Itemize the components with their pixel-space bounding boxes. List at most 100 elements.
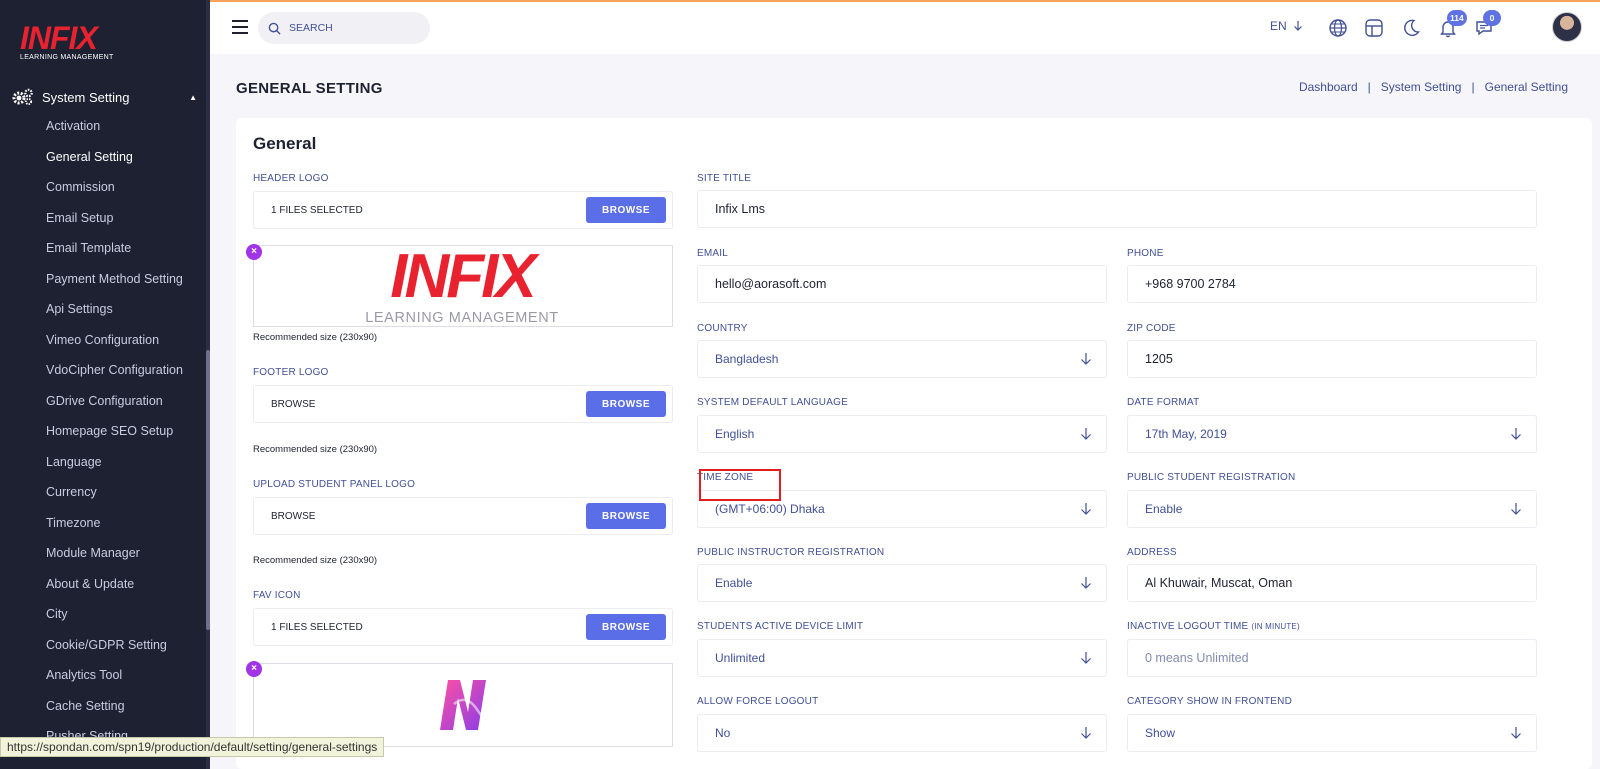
category-show-in-frontend-label: CATEGORY SHOW IN FRONTEND [1127,696,1293,707]
arrow-down-icon [1081,503,1091,515]
arrow-down-icon [1511,428,1521,440]
fav-icon-preview-image [440,680,486,730]
public-student-registration-select[interactable]: Enable [1127,490,1537,528]
country-select[interactable]: Bangladesh [697,340,1107,378]
caret-up-icon: ▲ [189,92,197,102]
sidebar-item-gdrive-configuration[interactable]: GDrive Configuration [46,393,206,424]
sidebar-item-module-manager[interactable]: Module Manager [46,545,206,576]
email-label: EMAIL [697,248,729,259]
sidebar-group-system-setting[interactable]: System Setting ▲ [12,86,197,108]
inactive-logout-time-input[interactable]: 0 means Unlimited [1127,639,1537,677]
footer-logo-browse-button[interactable]: BROWSE [586,391,666,417]
arrow-down-icon [1081,428,1091,440]
footer-logo-file-status: BROWSE [271,398,316,410]
sidebar-submenu: Activation General Setting Commission Em… [46,118,206,759]
notifications-button[interactable]: 114 [1438,10,1467,38]
breadcrumb: Dashboard | System Setting | General Set… [1299,80,1568,94]
search-box[interactable] [258,12,430,44]
sidebar-scrollbar[interactable] [206,0,210,769]
breadcrumb-system-setting[interactable]: System Setting [1381,80,1462,94]
sidebar-item-homepage-seo-setup[interactable]: Homepage SEO Setup [46,423,206,454]
system-default-language-label: SYSTEM DEFAULT LANGUAGE [697,397,848,408]
sidebar-item-cache-setting[interactable]: Cache Setting [46,698,206,729]
remove-header-logo-icon[interactable]: × [246,244,262,260]
footer-logo-label: FOOTER LOGO [253,367,329,378]
sidebar: INFIX LEARNING MANAGEMENT System Setting… [0,0,210,769]
sidebar-item-city[interactable]: City [46,606,206,637]
sidebar-group-label: System Setting [42,89,130,105]
email-input[interactable]: hello@aorasoft.com [697,265,1107,303]
hamburger-menu-icon[interactable] [232,20,248,34]
arrow-down-icon [1081,652,1091,664]
sidebar-item-timezone[interactable]: Timezone [46,515,206,546]
student-panel-logo-file-field[interactable]: BROWSE BROWSE [253,497,673,535]
system-default-language-select[interactable]: English [697,415,1107,453]
brand-subtitle: LEARNING MANAGEMENT [20,54,114,61]
sidebar-item-activation[interactable]: Activation [46,118,206,149]
sidebar-item-commission[interactable]: Commission [46,179,206,210]
sidebar-item-email-setup[interactable]: Email Setup [46,210,206,241]
site-title-input[interactable]: Infix Lms [697,190,1537,228]
students-active-device-limit-value: Unlimited [715,651,766,665]
general-settings-card: General HEADER LOGO 1 FILES SELECTED BRO… [236,118,1592,769]
sidebar-item-vdocipher-configuration[interactable]: VdoCipher Configuration [46,362,206,393]
students-active-device-limit-select[interactable]: Unlimited [697,639,1107,677]
address-input[interactable]: Al Khuwair, Muscat, Oman [1127,564,1537,602]
date-format-select[interactable]: 17th May, 2019 [1127,415,1537,453]
header-logo-file-field[interactable]: 1 FILES SELECTED BROWSE [253,191,673,229]
footer-logo-file-field[interactable]: BROWSE BROWSE [253,385,673,423]
header-logo-preview-image: INFIX LEARNING MANAGEMENT [362,245,562,326]
category-show-in-frontend-value: Show [1145,726,1176,740]
student-panel-logo-hint: Recommended size (230x90) [253,555,378,566]
sidebar-scrollbar-thumb[interactable] [206,350,210,630]
zip-code-input[interactable]: 1205 [1127,340,1537,378]
language-selector[interactable]: EN [1270,19,1303,33]
sidebar-item-vimeo-configuration[interactable]: Vimeo Configuration [46,332,206,363]
arrow-down-icon [1293,21,1302,31]
preview-logo-name: INFIX [390,245,536,311]
system-default-language-value: English [715,427,755,441]
sidebar-item-email-template[interactable]: Email Template [46,240,206,271]
inactive-logout-time-label-suffix: (IN MINUTE) [1251,622,1300,631]
messages-button[interactable]: 0 [1474,10,1501,38]
country-label: COUNTRY [697,323,748,334]
public-instructor-registration-label: PUBLIC INSTRUCTOR REGISTRATION [697,547,885,558]
arrow-down-icon [1081,577,1091,589]
user-avatar[interactable] [1552,12,1582,42]
fav-icon-file-status: 1 FILES SELECTED [271,621,363,633]
sidebar-item-about-update[interactable]: About & Update [46,576,206,607]
inactive-logout-time-label: INACTIVE LOGOUT TIME (IN MINUTE) [1127,621,1300,632]
date-format-label: DATE FORMAT [1127,397,1200,408]
breadcrumb-general-setting[interactable]: General Setting [1485,80,1568,94]
header-logo-preview: INFIX LEARNING MANAGEMENT [253,245,673,327]
layout-icon[interactable] [1364,18,1384,38]
top-header: EN 114 0 [210,2,1600,54]
gears-icon [12,88,33,106]
globe-icon[interactable] [1328,18,1348,38]
sidebar-item-general-setting[interactable]: General Setting [46,149,206,180]
student-panel-logo-browse-button[interactable]: BROWSE [586,503,666,529]
fav-icon-browse-button[interactable]: BROWSE [586,614,666,640]
header-logo-browse-button[interactable]: BROWSE [586,197,666,223]
language-label: EN [1270,19,1287,33]
notifications-badge: 114 [1447,10,1467,26]
allow-force-logout-label: ALLOW FORCE LOGOUT [697,696,819,707]
footer-logo-hint: Recommended size (230x90) [253,444,378,455]
search-input[interactable] [289,22,409,34]
fav-icon-file-field[interactable]: 1 FILES SELECTED BROWSE [253,608,673,646]
sidebar-item-cookie-gdpr-setting[interactable]: Cookie/GDPR Setting [46,637,206,668]
allow-force-logout-select[interactable]: No [697,714,1107,752]
sidebar-item-language[interactable]: Language [46,454,206,485]
phone-input[interactable]: +968 9700 2784 [1127,265,1537,303]
breadcrumb-dashboard[interactable]: Dashboard [1299,80,1358,94]
sidebar-item-analytics-tool[interactable]: Analytics Tool [46,667,206,698]
sidebar-item-currency[interactable]: Currency [46,484,206,515]
search-icon [268,22,281,35]
dark-mode-moon-icon[interactable] [1401,18,1421,38]
category-show-in-frontend-select[interactable]: Show [1127,714,1537,752]
remove-fav-icon-icon[interactable]: × [246,661,262,677]
sidebar-item-api-settings[interactable]: Api Settings [46,301,206,332]
sidebar-item-payment-method-setting[interactable]: Payment Method Setting [46,271,206,302]
public-instructor-registration-select[interactable]: Enable [697,564,1107,602]
brand-logo[interactable]: INFIX LEARNING MANAGEMENT [20,22,130,62]
